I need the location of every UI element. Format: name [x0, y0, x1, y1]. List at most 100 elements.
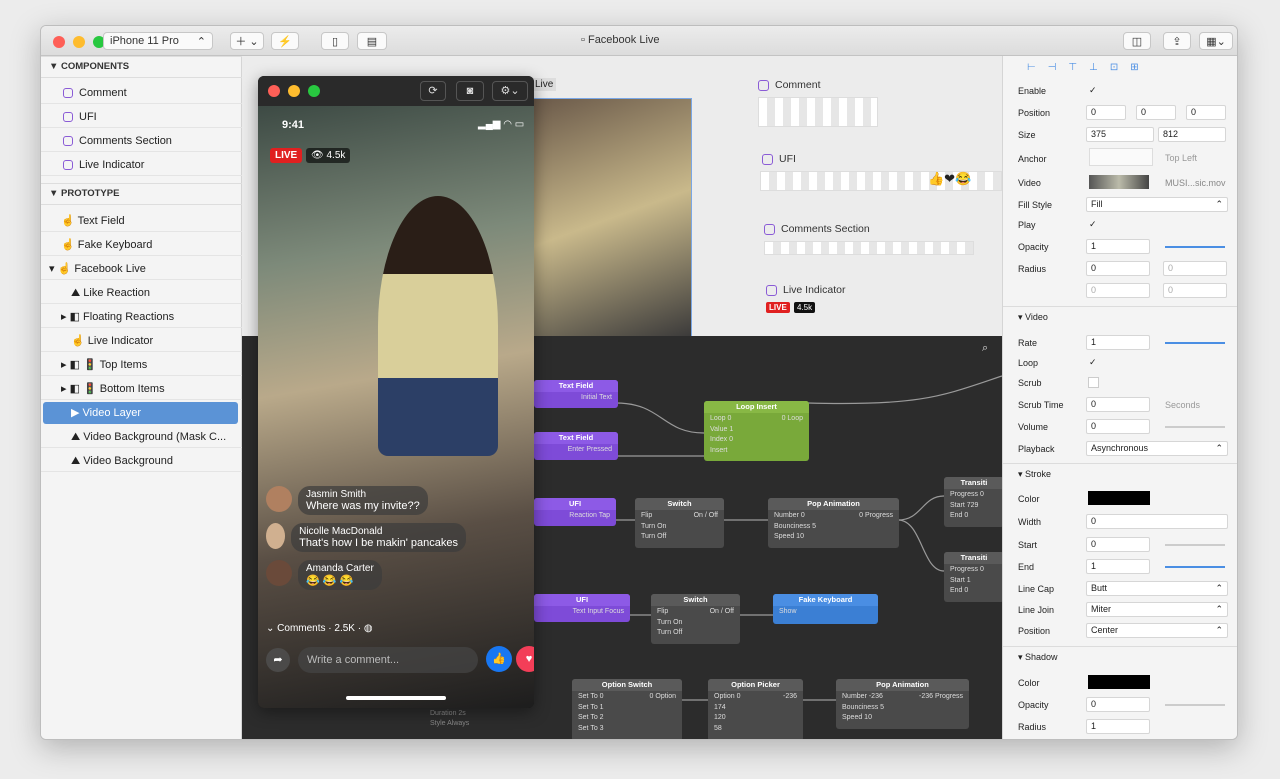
sidebar-item-like-reaction[interactable]: ⛰ Like Reaction — [41, 282, 242, 304]
stroke-start-slider[interactable] — [1165, 544, 1225, 546]
loop-checkbox[interactable]: ✓ — [1089, 357, 1097, 368]
radius-tl-field[interactable]: 0 — [1086, 261, 1150, 276]
fill-style-select[interactable]: Fill ⌃ — [1086, 197, 1228, 212]
radius-tr-field[interactable]: 0 — [1163, 261, 1227, 276]
reload-icon[interactable]: ⟳ — [420, 81, 446, 101]
components-header[interactable]: ▼ COMPONENTS — [41, 56, 242, 78]
opacity-slider[interactable] — [1165, 246, 1225, 248]
sidebar-item-text-field[interactable]: ☝ Text Field — [41, 210, 242, 232]
shadow-opacity-label: Opacity — [1018, 700, 1049, 710]
patch-ufi-2[interactable]: UFI Text Input Focus — [534, 594, 630, 622]
stroke-color-swatch[interactable] — [1088, 491, 1150, 505]
sidebar-item-comment[interactable]: Comment — [41, 82, 242, 104]
patch-fake-keyboard[interactable]: Fake Keyboard Show — [773, 594, 878, 624]
patch-switch-2[interactable]: Switch Flip On / Off Turn On Turn Off — [651, 594, 740, 644]
comments-section-preview[interactable] — [764, 241, 974, 255]
lightning-button[interactable]: ⚡ — [271, 32, 299, 50]
stroke-position-select[interactable]: Center ⌃ — [1086, 623, 1228, 638]
stroke-section-header[interactable]: ▾ Stroke — [1003, 463, 1237, 483]
sidebar-item-bottom-items[interactable]: ▸ ◧ 🚦 Bottom Items — [41, 378, 242, 400]
close-window-button[interactable] — [53, 36, 65, 48]
sidebar-item-fake-keyboard[interactable]: ☝ Fake Keyboard — [41, 234, 242, 256]
stroke-start-field[interactable]: 0 — [1086, 537, 1150, 552]
patch-text-field-1[interactable]: Text Field Initial Text — [534, 380, 618, 408]
gear-icon[interactable]: ⚙⌄ — [492, 81, 528, 101]
like-icon[interactable]: 👍 — [486, 646, 512, 672]
add-button[interactable]: ＋ ⌄ — [230, 32, 264, 50]
layout-button[interactable]: ▤ — [357, 32, 387, 50]
sidebar-item-comments-section[interactable]: Comments Section — [41, 130, 242, 152]
stroke-width-field[interactable]: 0 — [1086, 514, 1228, 529]
rate-slider[interactable] — [1165, 342, 1225, 344]
sidebar-item-video-layer[interactable]: ▶ Video Layer — [43, 402, 238, 424]
stroke-end-slider[interactable] — [1165, 566, 1225, 568]
viewer-button[interactable]: ▯ — [321, 32, 349, 50]
sidebar-item-top-items[interactable]: ▸ ◧ 🚦 Top Items — [41, 354, 242, 376]
position-z-field[interactable]: 0 — [1186, 105, 1226, 120]
prototype-header[interactable]: ▼ PROTOTYPE — [41, 183, 242, 205]
video-thumbnail[interactable] — [1089, 175, 1149, 189]
height-field[interactable]: 812 — [1158, 127, 1226, 142]
shadow-radius-field[interactable]: 1 — [1086, 719, 1150, 734]
comment-preview[interactable] — [758, 97, 878, 127]
line-cap-select[interactable]: Butt ⌃ — [1086, 581, 1228, 596]
video-layer-preview[interactable] — [532, 98, 692, 338]
position-x-field[interactable]: 0 — [1086, 105, 1126, 120]
sidebar-item-floating-reactions[interactable]: ▸ ◧ Floating Reactions — [41, 306, 242, 328]
patch-pop-animation-2[interactable]: Pop Animation Number -236 -236 Progress B… — [836, 679, 969, 729]
patch-ufi-1[interactable]: UFI Reaction Tap — [534, 498, 616, 526]
patch-transition-2[interactable]: Transiti Progress 0 Start 1 End 0 — [944, 552, 1004, 602]
shadow-opacity-slider[interactable] — [1165, 704, 1225, 706]
align-toolbar-icons[interactable]: ⊢⊣⊤⊥⊡⊞ — [1027, 62, 1151, 73]
scrub-time-field[interactable]: 0 — [1086, 397, 1150, 412]
share-button[interactable]: ⇪ — [1163, 32, 1191, 50]
viewer-window[interactable]: ⟳ ◙ ⚙⌄ 9:41 ▂▄▆ ◠ ▭ LIVE 👁 4.5k Jasmin S… — [258, 76, 534, 708]
canvas[interactable]: Live Comment UFI 👍❤😂 Comments Section Li… — [242, 56, 1004, 739]
panels-button[interactable]: ▦⌄ — [1199, 32, 1233, 50]
volume-slider[interactable] — [1165, 426, 1225, 428]
viewer-minimize-button[interactable] — [288, 85, 300, 97]
record-icon[interactable]: ◙ — [456, 81, 484, 101]
comments-toggle[interactable]: ⌄ Comments · 2.5K · ◍ — [266, 623, 373, 634]
live-indicator-badge: LIVE — [270, 148, 303, 163]
compare-button[interactable]: ◫ — [1123, 32, 1151, 50]
enable-checkbox[interactable]: ✓ — [1089, 85, 1097, 96]
share-arrow-icon[interactable]: ➦ — [266, 648, 290, 672]
stroke-end-field[interactable]: 1 — [1086, 559, 1150, 574]
position-y-field[interactable]: 0 — [1136, 105, 1176, 120]
viewer-close-button[interactable] — [268, 85, 280, 97]
sidebar-item-video-background-mask[interactable]: ⛰ Video Background (Mask C... — [41, 426, 242, 448]
sidebar-item-facebook-live[interactable]: ▾ ☝ Facebook Live — [41, 258, 242, 280]
sidebar-item-live-indicator[interactable]: Live Indicator — [41, 154, 242, 176]
anchor-picker[interactable] — [1089, 148, 1153, 166]
video-section-header[interactable]: ▾ Video — [1003, 306, 1237, 326]
shadow-color-swatch[interactable] — [1088, 675, 1150, 689]
rate-field[interactable]: 1 — [1086, 335, 1150, 350]
patch-text-field-2[interactable]: Text Field Enter Pressed — [534, 432, 618, 460]
minimize-window-button[interactable] — [73, 36, 85, 48]
patch-pop-animation-1[interactable]: Pop Animation Number 0 0 Progress Bouncin… — [768, 498, 899, 548]
width-field[interactable]: 375 — [1086, 127, 1154, 142]
sidebar-item-video-background[interactable]: ⛰ Video Background — [41, 450, 242, 472]
scrub-checkbox[interactable] — [1088, 377, 1099, 388]
play-checkbox[interactable]: ✓ — [1089, 219, 1097, 230]
radius-bl-field[interactable]: 0 — [1086, 283, 1150, 298]
shadow-opacity-field[interactable]: 0 — [1086, 697, 1150, 712]
search-icon[interactable]: ⌕ — [982, 342, 988, 355]
volume-field[interactable]: 0 — [1086, 419, 1150, 434]
patch-option-picker[interactable]: Option Picker Option 0 -236 174 120 58 — [708, 679, 803, 739]
patch-loop-insert[interactable]: Loop Insert Loop 0 0 Loop Value 1 Index 0… — [704, 401, 809, 461]
sidebar-item-live-indicator-2[interactable]: ☝ Live Indicator — [41, 330, 242, 352]
patch-transition-1[interactable]: Transiti Progress 0 Start 729 End 0 — [944, 477, 1004, 527]
device-select[interactable]: iPhone 11 Pro ⌃ — [103, 32, 213, 50]
playback-select[interactable]: Asynchronous ⌃ — [1086, 441, 1228, 456]
patch-switch-1[interactable]: Switch Flip On / Off Turn On Turn Off — [635, 498, 724, 548]
line-join-select[interactable]: Miter ⌃ — [1086, 602, 1228, 617]
sidebar-item-ufi[interactable]: UFI — [41, 106, 242, 128]
patch-option-switch[interactable]: Option Switch Set To 00 Option Set To 1 … — [572, 679, 682, 739]
shadow-section-header[interactable]: ▾ Shadow — [1003, 646, 1237, 666]
viewer-zoom-button[interactable] — [308, 85, 320, 97]
comment-input[interactable]: Write a comment... — [298, 647, 478, 673]
opacity-field[interactable]: 1 — [1086, 239, 1150, 254]
radius-br-field[interactable]: 0 — [1163, 283, 1227, 298]
